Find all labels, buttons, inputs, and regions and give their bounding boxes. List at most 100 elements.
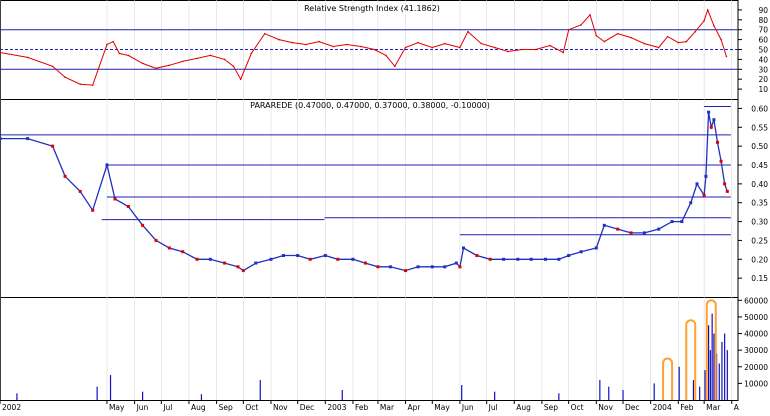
- rsi-point: [467, 30, 469, 33]
- rsi-point: [589, 14, 591, 16]
- rsi-title: Relative Strength Index (41.1862): [304, 4, 440, 13]
- price-point: [488, 257, 492, 261]
- price-point: [475, 254, 479, 258]
- price-point: [323, 254, 327, 258]
- rsi-point: [345, 43, 348, 46]
- price-point: [336, 257, 340, 261]
- price-point: [602, 223, 606, 227]
- y-tick-label: 50000: [744, 313, 768, 322]
- price-point: [388, 265, 392, 269]
- x-tick-label: A: [734, 403, 740, 412]
- x-tick-label: Dec: [300, 403, 315, 412]
- volume-panel: 10000 20000 30000 40000 50000 60000: [16, 296, 768, 400]
- x-tick-label: Apr: [408, 403, 422, 412]
- y-tick-label: 0.30: [751, 218, 768, 227]
- price-point: [707, 110, 711, 114]
- panel-frame: [0, 297, 739, 401]
- price-point: [91, 208, 95, 212]
- price-point: [719, 159, 723, 163]
- price-point: [712, 118, 716, 122]
- rsi-point: [373, 48, 376, 51]
- rsi-point: [616, 32, 619, 35]
- price-point: [454, 261, 458, 265]
- rsi-point: [118, 52, 121, 55]
- price-point: [167, 246, 171, 250]
- rsi-line: [0, 8, 727, 86]
- price-point: [113, 197, 117, 201]
- x-tick-label: Jun: [136, 403, 149, 412]
- panel-frames: [0, 0, 739, 401]
- price-point: [716, 140, 719, 144]
- rsi-point: [385, 54, 387, 57]
- price-point: [78, 189, 82, 193]
- chart-stage: Relative Strength Index (41.1862) 10 20 30…: [0, 0, 770, 412]
- price-point: [567, 254, 571, 258]
- rsi-point: [332, 45, 335, 48]
- price-line: [0, 112, 728, 272]
- price-point: [223, 261, 227, 265]
- price-point: [642, 231, 646, 235]
- price-title: PARAREDE (0.47000, 0.47000, 0.37000, 0.3…: [250, 101, 490, 110]
- rsi-point: [549, 44, 551, 47]
- y-tick-label: 0.55: [751, 123, 768, 132]
- y-tick-label: 40000: [744, 330, 768, 339]
- price-point: [363, 261, 367, 265]
- rsi-point: [404, 46, 407, 49]
- rsi-point: [360, 45, 362, 48]
- rsi-point: [223, 58, 226, 61]
- rsi-point: [657, 46, 660, 49]
- y-tick-label: 30: [758, 65, 768, 74]
- rsi-point: [685, 40, 688, 43]
- rsi-point: [706, 9, 709, 11]
- rsi-point: [595, 34, 598, 37]
- rsi-point: [127, 54, 130, 57]
- rsi-panel: Relative Strength Index (41.1862) 102030…: [0, 4, 768, 94]
- price-point: [269, 257, 273, 261]
- price-point: [254, 261, 258, 265]
- rsi-point: [567, 28, 570, 31]
- rsi-point: [507, 50, 509, 53]
- price-point: [702, 193, 706, 197]
- price-point: [616, 227, 620, 231]
- price-point: [154, 238, 158, 242]
- rsi-point: [26, 56, 29, 59]
- price-point: [723, 182, 727, 186]
- y-tick-label: 30000: [744, 346, 768, 355]
- price-point: [443, 265, 447, 269]
- rsi-point: [493, 46, 496, 49]
- price-point: [557, 257, 561, 261]
- rsi-point: [394, 65, 396, 68]
- price-point: [51, 144, 55, 148]
- rsi-point: [725, 55, 728, 58]
- rsi-point: [141, 62, 144, 65]
- x-tick-label: Sep: [219, 403, 233, 412]
- rsi-point: [304, 43, 307, 46]
- stock-chart: Relative Strength Index (41.1862) 102030…: [0, 0, 768, 412]
- rsi-point: [232, 65, 235, 68]
- price-point: [458, 265, 462, 269]
- rsi-point: [291, 41, 294, 44]
- x-tick-label: Nov: [598, 403, 613, 412]
- price-point: [529, 257, 533, 261]
- x-tick-label: Aug: [516, 403, 531, 412]
- rsi-point: [51, 65, 54, 68]
- price-point: [430, 265, 434, 269]
- rsi-point: [106, 43, 108, 46]
- x-tick-label: Aug: [191, 403, 206, 412]
- y-tick-label: 50: [758, 46, 768, 55]
- x-tick-label: Mar: [380, 403, 395, 412]
- price-point: [502, 257, 506, 261]
- rsi-point: [64, 76, 66, 79]
- price-point: [579, 250, 583, 254]
- price-point: [26, 137, 30, 141]
- rsi-point: [443, 42, 446, 45]
- rsi-point: [630, 36, 632, 39]
- price-point: [0, 137, 2, 141]
- x-tick-label: Nov: [273, 403, 288, 412]
- x-grid: [0, 0, 733, 400]
- rsi-point: [417, 41, 419, 44]
- price-point: [695, 182, 699, 186]
- price-point: [296, 254, 300, 258]
- y-tick-label: 80: [758, 16, 768, 25]
- rsi-point: [480, 42, 483, 45]
